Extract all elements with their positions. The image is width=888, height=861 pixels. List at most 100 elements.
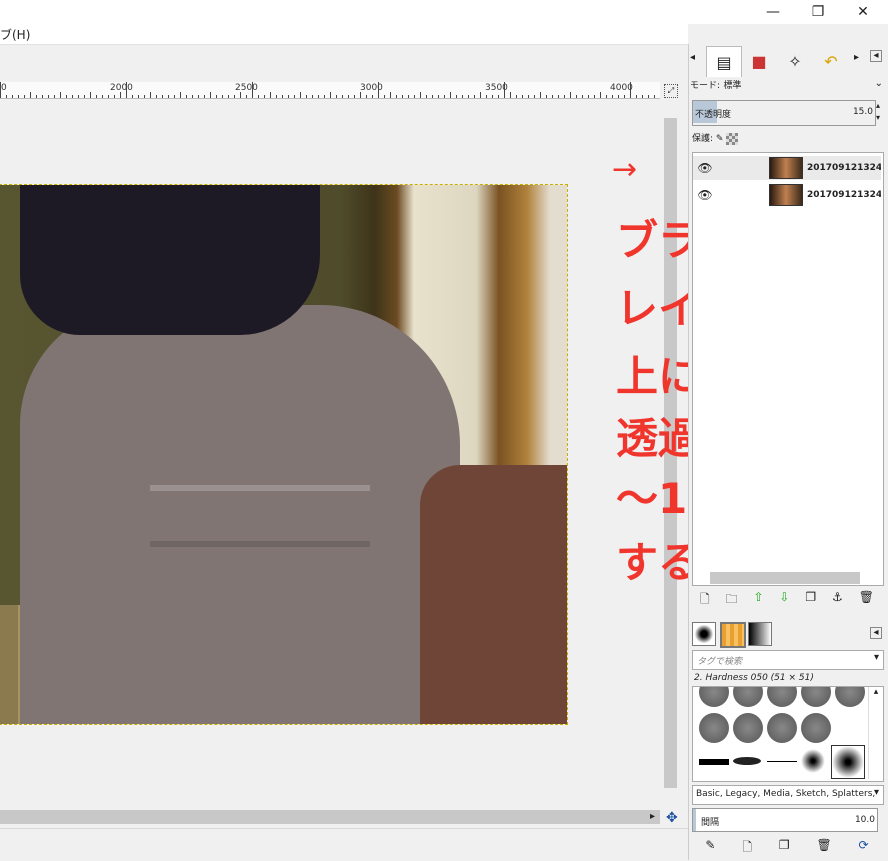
brush-dock-menu-icon[interactable]: ◂ [870, 627, 882, 639]
ruler-tick [462, 95, 463, 98]
lock-paint-icon[interactable]: ✎ [716, 134, 724, 144]
duplicate-brush-icon[interactable]: ❐ [779, 838, 790, 856]
ruler-tick [228, 95, 229, 98]
chevron-down-icon[interactable]: ▾ [874, 652, 879, 663]
new-layer-icon[interactable]: 🗋 [700, 590, 710, 610]
ruler-tick [54, 95, 55, 98]
ruler-tick [426, 95, 427, 98]
ruler-tick [564, 95, 565, 98]
layer-thumbnail [769, 184, 803, 206]
brush-cell[interactable] [767, 761, 797, 762]
ruler-tick [48, 95, 49, 98]
edit-brush-icon[interactable]: ✎ [705, 838, 715, 856]
brush-cell[interactable] [767, 687, 797, 707]
ruler-tick [558, 95, 559, 98]
brush-grid[interactable]: ▴ [692, 686, 884, 782]
brush-cell-selected[interactable] [831, 745, 865, 779]
ruler-tick [522, 95, 523, 98]
ruler-tick [582, 95, 583, 98]
ruler-tick [576, 95, 577, 98]
brush-cell[interactable] [699, 713, 729, 743]
brush-cell[interactable] [767, 713, 797, 743]
opacity-slider[interactable]: 不透明度 15.0 [692, 100, 876, 126]
ruler-tick [324, 95, 325, 98]
minimize-button[interactable]: — [750, 0, 796, 24]
protect-label: 保護: [692, 134, 714, 144]
raise-layer-icon[interactable]: ⇧ [753, 590, 763, 610]
ruler-tick [264, 95, 265, 98]
brush-cell[interactable] [835, 687, 865, 707]
spacing-value: 10.0 [854, 815, 875, 825]
lock-alpha-icon[interactable] [726, 132, 739, 145]
tab-layers[interactable]: ▤ [706, 46, 742, 77]
maximize-button[interactable]: ❐ [795, 0, 841, 24]
brush-scrollbar[interactable]: ▴ [868, 687, 883, 779]
ruler-tick [216, 95, 217, 98]
navigate-icon[interactable]: ✥ [666, 810, 678, 826]
ruler-tick [384, 95, 385, 98]
ruler-tick [360, 92, 361, 98]
ruler-tick [102, 95, 103, 98]
refresh-icon[interactable]: ⟳ [859, 838, 869, 856]
ruler-label: 0 [1, 83, 7, 93]
ruler-tick [78, 95, 79, 98]
opacity-stepper[interactable]: ▴ ▾ [876, 100, 880, 124]
menu-help[interactable]: ブ(H) [0, 26, 30, 43]
delete-layer-icon[interactable]: 🗑 [859, 590, 874, 610]
mode-row[interactable]: モード: 標準 ⌄ [690, 78, 885, 98]
tab-paths[interactable]: ✧ [778, 46, 812, 76]
layer-name: 20170912132445 [807, 163, 881, 173]
tab-brushes[interactable] [692, 622, 716, 646]
layers-list[interactable] [692, 152, 884, 586]
tab-scroll-right-icon[interactable]: ▸ [854, 52, 859, 63]
layers-hscrollbar[interactable] [710, 572, 860, 584]
lower-layer-icon[interactable]: ⇩ [779, 590, 789, 610]
paths-icon: ✧ [788, 51, 802, 71]
layer-row[interactable]: 👁 20170912132445 [693, 156, 881, 180]
ruler-tick [312, 95, 313, 98]
anchor-icon[interactable]: ⚓ [832, 590, 843, 610]
delete-brush-icon[interactable]: 🗑 [816, 838, 831, 856]
tab-scroll-left-icon[interactable]: ◂ [690, 52, 695, 63]
chevron-down-icon[interactable]: ▾ [874, 787, 879, 798]
dock-menu-icon[interactable]: ◂ [870, 50, 882, 62]
ruler-tick [396, 95, 397, 98]
brush-cell[interactable] [733, 687, 763, 707]
zoom-fit-icon[interactable]: ⤢ [664, 84, 678, 98]
ruler-tick [150, 92, 151, 98]
brush-cell[interactable] [699, 687, 729, 707]
layers-icon: ▤ [716, 52, 732, 72]
ruler-tick [204, 95, 205, 98]
ruler-tick [282, 95, 283, 98]
ruler-tick [30, 92, 31, 98]
tab-patterns[interactable] [720, 622, 746, 648]
horizontal-scrollbar[interactable] [0, 810, 660, 824]
new-brush-icon[interactable]: 🗋 [742, 838, 752, 856]
eye-icon[interactable]: 👁 [693, 188, 717, 202]
brush-cell[interactable] [699, 759, 729, 765]
duplicate-layer-icon[interactable]: ❐ [805, 590, 816, 610]
chevron-down-icon[interactable]: ⌄ [875, 78, 883, 89]
tag-search-input[interactable]: タグで検索 ▾ [692, 650, 884, 670]
ruler-tick [300, 92, 301, 98]
opacity-value: 15.0 [852, 107, 873, 117]
ruler-tick [138, 95, 139, 98]
tab-gradients[interactable] [748, 622, 772, 646]
ruler-tick [456, 95, 457, 98]
layer-row[interactable]: 👁 20170912132416 [693, 183, 881, 207]
brush-cell[interactable] [801, 687, 831, 707]
brush-cell[interactable] [733, 757, 761, 765]
eye-icon[interactable]: 👁 [693, 161, 717, 175]
tab-channels[interactable]: ■ [742, 46, 776, 76]
brush-cell[interactable] [801, 749, 825, 773]
ruler-tick [600, 92, 601, 98]
scroll-right-icon[interactable]: ▸ [650, 811, 655, 822]
spacing-slider[interactable]: 間隔 10.0 [692, 808, 878, 832]
close-button[interactable]: ✕ [840, 0, 886, 24]
layer-group-icon[interactable]: 🗀 [726, 590, 738, 610]
brush-cell[interactable] [801, 713, 831, 743]
brush-cell[interactable] [733, 713, 763, 743]
tab-undo[interactable]: ↶ [814, 46, 848, 76]
ruler-tick [498, 95, 499, 98]
brush-tags-select[interactable]: Basic, Legacy, Media, Sketch, Splatters,… [692, 785, 884, 805]
